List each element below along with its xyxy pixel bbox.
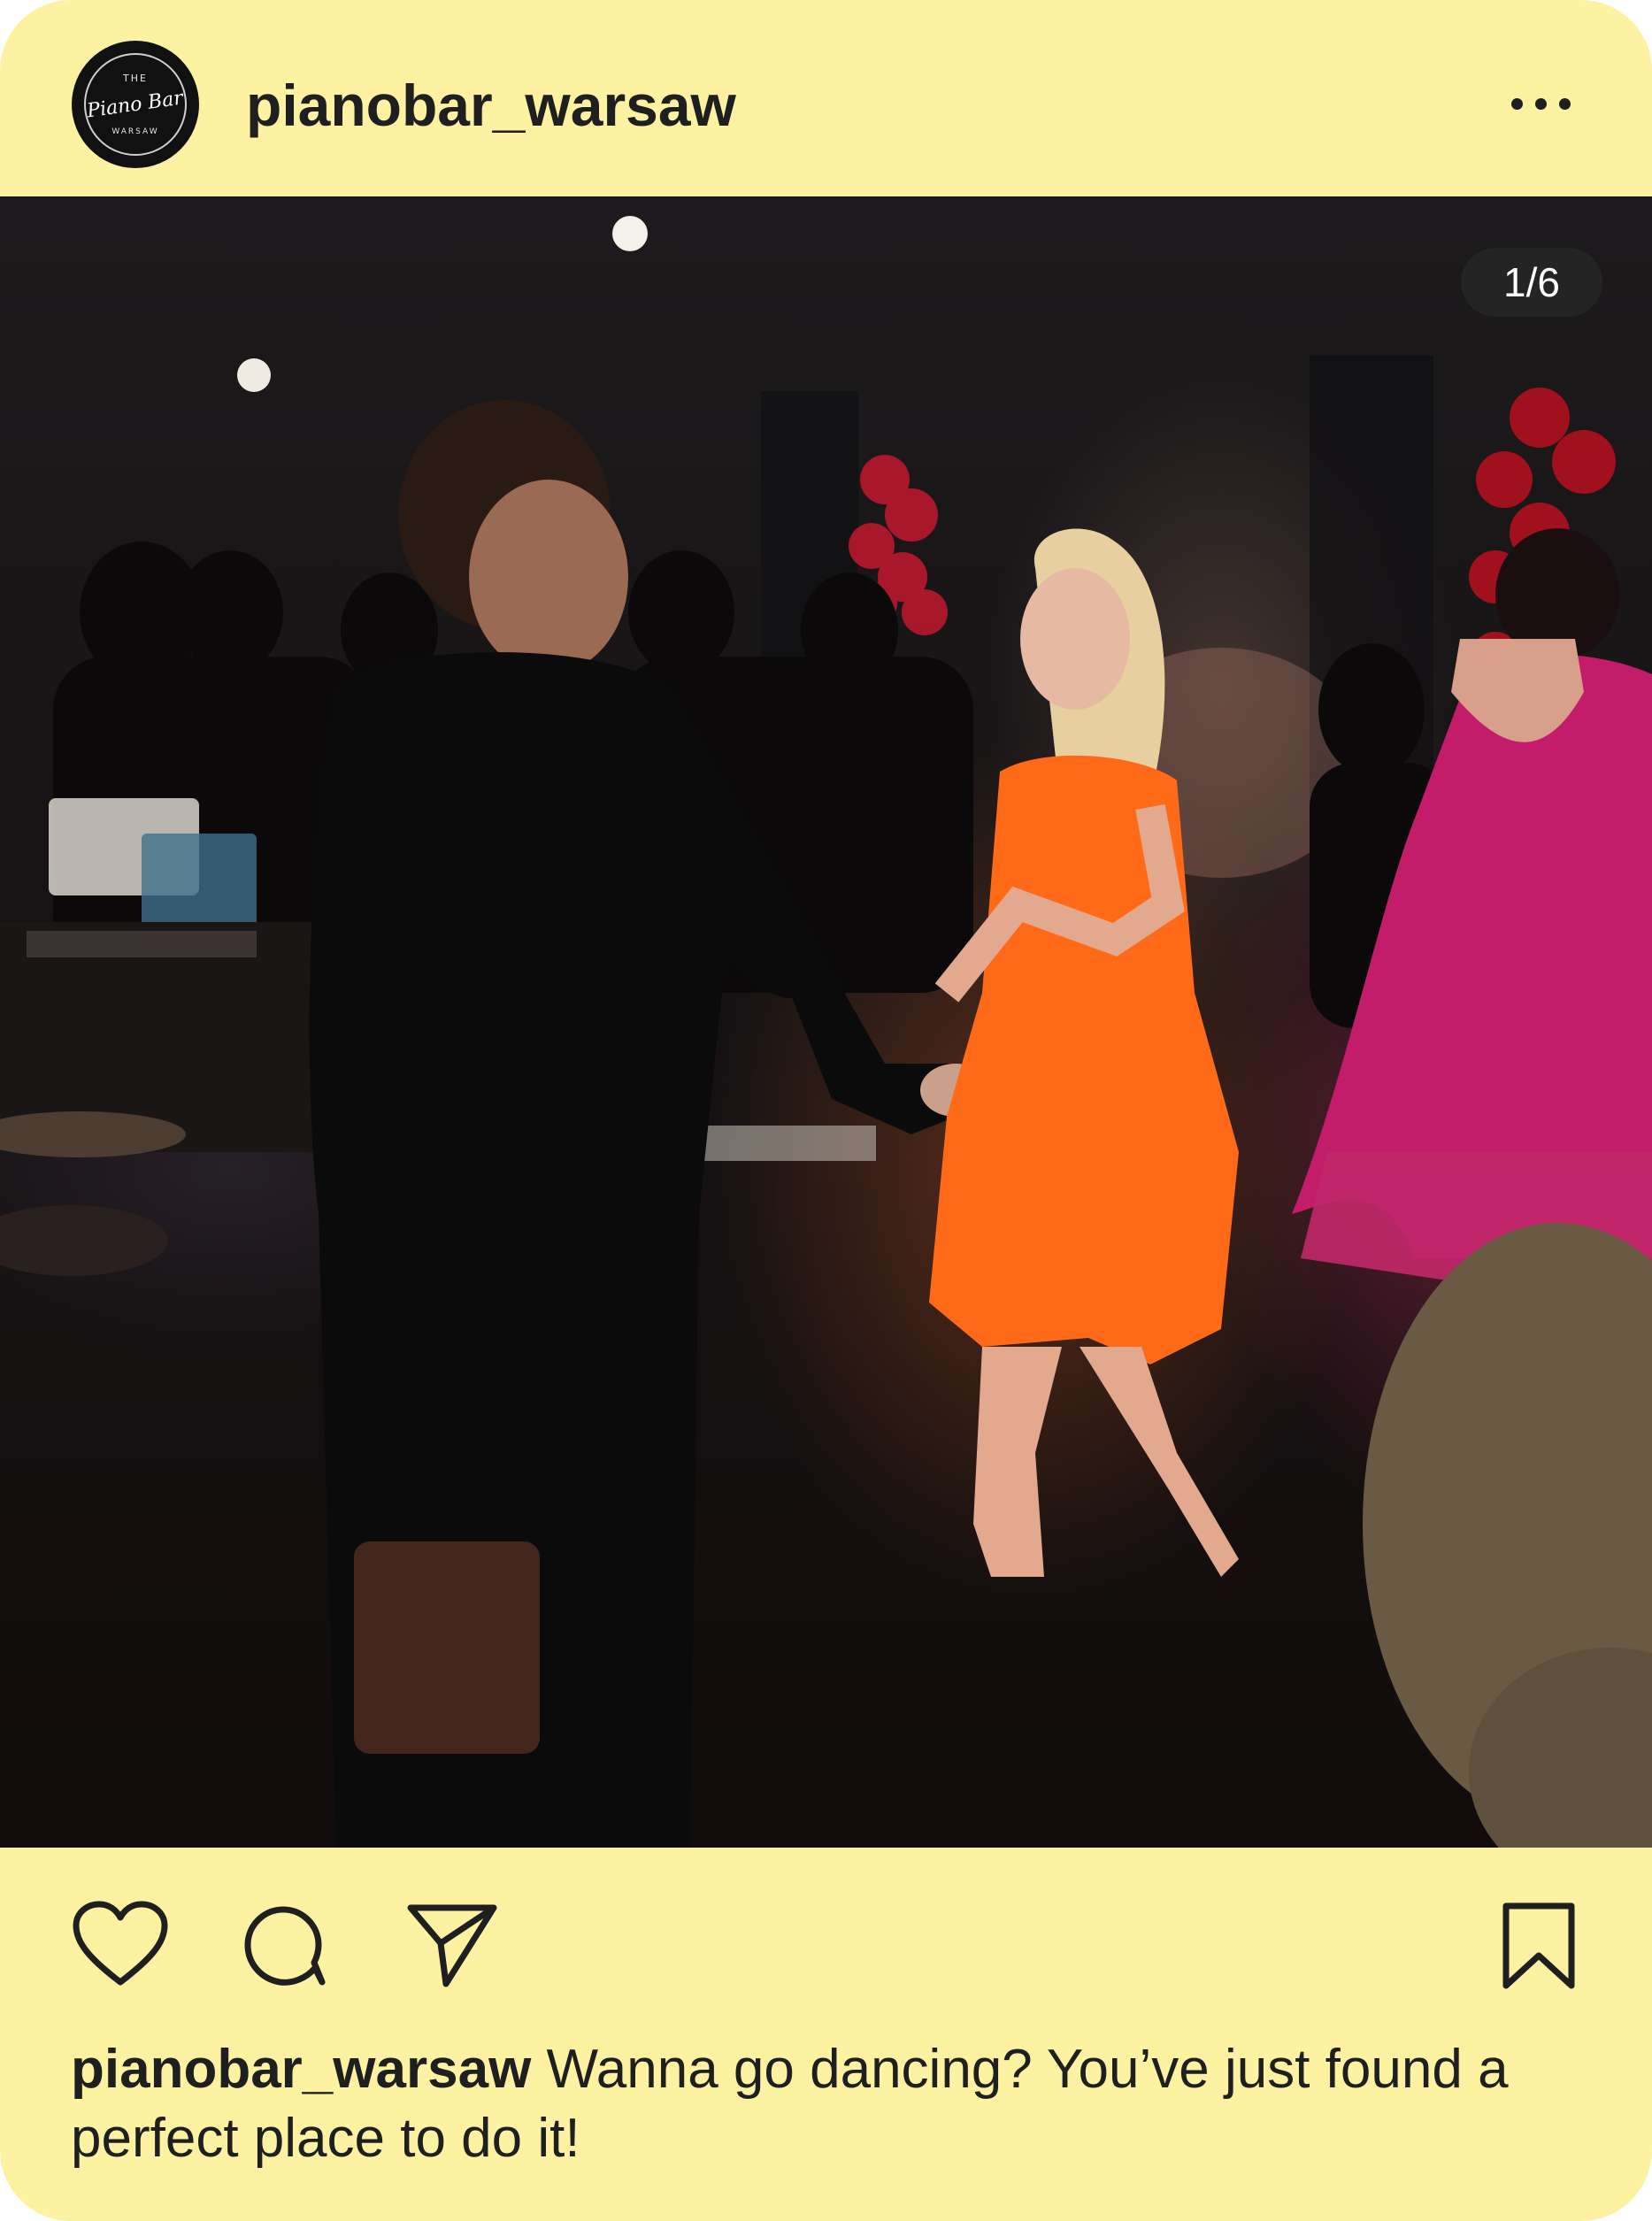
send-icon[interactable] (405, 1901, 499, 1989)
post-username[interactable]: pianobar_warsaw (246, 76, 736, 134)
post-photo[interactable]: 1/6 (0, 196, 1652, 1848)
ceiling-light (237, 358, 271, 392)
profile-avatar[interactable]: THE Piano Bar WARSAW (72, 41, 199, 168)
image-counter-badge: 1/6 (1461, 248, 1602, 317)
more-dot (1558, 97, 1571, 110)
ceiling-light (612, 216, 648, 251)
more-dot (1510, 97, 1523, 110)
more-dot (1534, 97, 1547, 110)
post-header: THE Piano Bar WARSAW pianobar_warsaw (0, 0, 1652, 196)
avatar-logo-top: THE (123, 73, 148, 84)
post-caption: pianobar_warsaw Wanna go dancing? You’ve… (71, 2035, 1593, 2173)
photo-scene-illustration (0, 216, 1652, 1848)
comment-icon[interactable] (241, 1901, 329, 1989)
bookmark-icon[interactable] (1501, 1901, 1577, 1993)
mixer (27, 931, 257, 957)
laptop-screen (142, 834, 257, 931)
drum (0, 1205, 168, 1276)
avatar-logo-bottom: WARSAW (111, 127, 159, 136)
more-options-icon[interactable] (1505, 88, 1576, 119)
heart-icon[interactable] (71, 1901, 170, 1989)
caption-username[interactable]: pianobar_warsaw (71, 2039, 531, 2100)
instagram-post-card: THE Piano Bar WARSAW pianobar_warsaw 1/6… (0, 0, 1652, 2221)
paper-bag (354, 1541, 540, 1754)
